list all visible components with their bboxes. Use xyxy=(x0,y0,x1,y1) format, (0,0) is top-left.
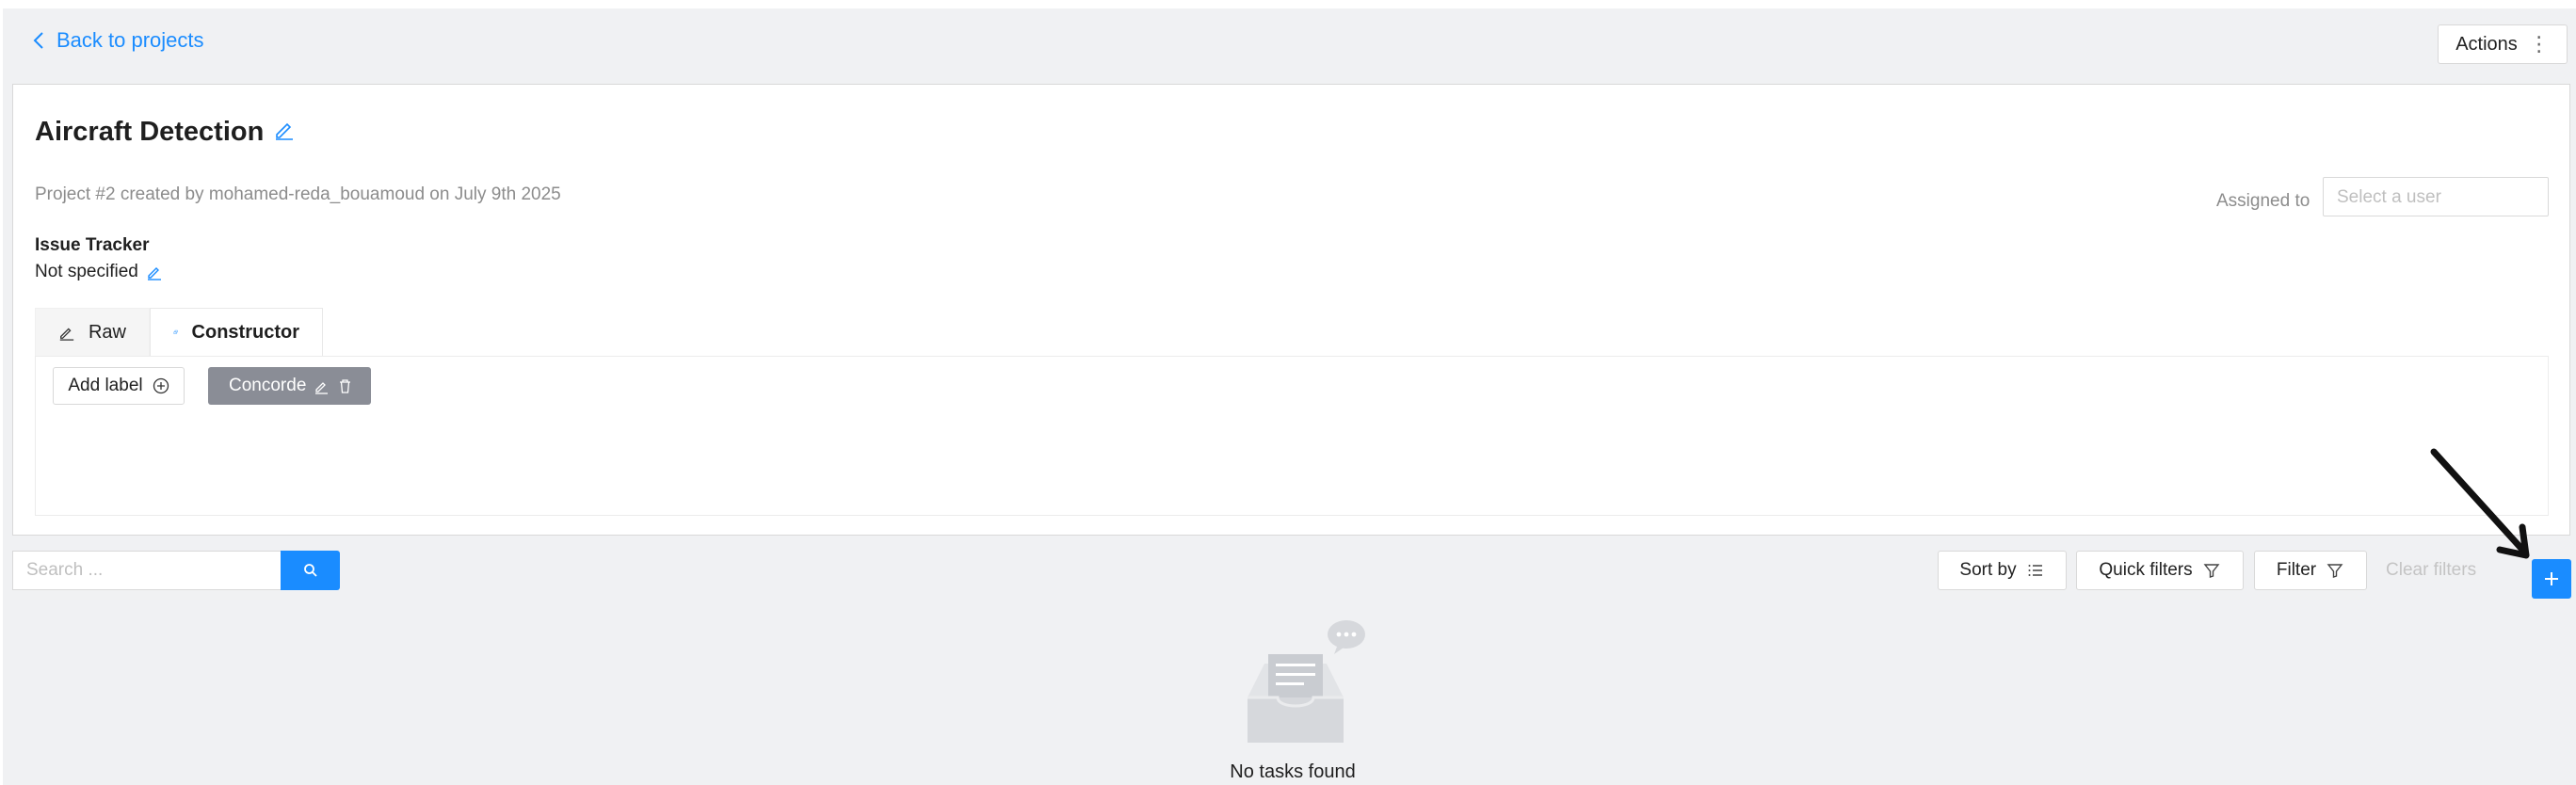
issue-tracker-label: Issue Tracker xyxy=(35,235,150,255)
project-title: Aircraft Detection xyxy=(35,117,265,147)
add-task-button[interactable] xyxy=(2532,559,2571,599)
chevron-left-icon xyxy=(33,32,43,49)
sort-by-label: Sort by xyxy=(1959,560,2017,580)
tab-constructor-label: Constructor xyxy=(191,321,299,343)
filter-icon xyxy=(2203,564,2220,578)
back-link-label: Back to projects xyxy=(56,28,204,52)
filter-label: Filter xyxy=(2276,560,2317,580)
assign-user-select[interactable]: Select a user xyxy=(2323,177,2549,216)
plus-circle-icon xyxy=(153,377,169,394)
constructor-panel: Add label Concorde xyxy=(35,356,2549,516)
clear-filters-button[interactable]: Clear filters xyxy=(2386,551,2476,590)
tab-raw-label: Raw xyxy=(88,321,126,343)
tab-constructor[interactable]: Constructor xyxy=(150,308,323,357)
quick-filters-label: Quick filters xyxy=(2099,560,2193,580)
pencil-icon xyxy=(59,328,74,341)
filter-icon xyxy=(2326,564,2343,578)
edit-title-icon[interactable] xyxy=(273,117,296,148)
label-tag-name: Concorde xyxy=(229,376,307,395)
project-title-row: Aircraft Detection xyxy=(35,117,296,148)
issue-tracker-value-row: Not specified xyxy=(35,262,163,282)
add-label-button[interactable]: Add label xyxy=(53,367,185,405)
more-vertical-icon: ⋮ xyxy=(2528,32,2550,56)
project-meta: Project #2 created by mohamed-reda_bouam… xyxy=(35,184,561,204)
delete-label-icon[interactable] xyxy=(337,378,353,394)
filter-button[interactable]: Filter xyxy=(2254,551,2367,590)
plus-icon xyxy=(2545,572,2558,585)
quick-filters-button[interactable]: Quick filters xyxy=(2076,551,2244,590)
label-editor-tabs: Raw Constructor xyxy=(35,308,323,357)
search-icon xyxy=(303,564,317,577)
empty-state-text: No tasks found xyxy=(1230,761,1356,782)
search-bar xyxy=(12,551,340,590)
list-icon xyxy=(2028,565,2042,576)
edit-issue-tracker-icon[interactable] xyxy=(146,264,163,280)
search-input[interactable] xyxy=(12,551,281,590)
back-to-projects-link[interactable]: Back to projects xyxy=(32,28,204,53)
issue-tracker-value: Not specified xyxy=(35,262,138,281)
assigned-to-label: Assigned to xyxy=(2216,191,2310,211)
constructor-icon xyxy=(173,329,178,334)
project-card: Aircraft Detection Project #2 created by… xyxy=(12,84,2570,536)
search-button[interactable] xyxy=(281,551,340,590)
add-label-text: Add label xyxy=(68,376,143,395)
edit-label-icon[interactable] xyxy=(314,378,330,394)
label-tag: Concorde xyxy=(208,367,371,405)
actions-label: Actions xyxy=(2455,33,2518,55)
empty-inbox-icon xyxy=(1248,620,1365,743)
tab-raw[interactable]: Raw xyxy=(35,308,150,357)
app-background: Back to projects Actions ⋮ Aircraft Dete… xyxy=(3,8,2576,785)
actions-button[interactable]: Actions ⋮ xyxy=(2438,24,2568,64)
sort-by-button[interactable]: Sort by xyxy=(1938,551,2067,590)
